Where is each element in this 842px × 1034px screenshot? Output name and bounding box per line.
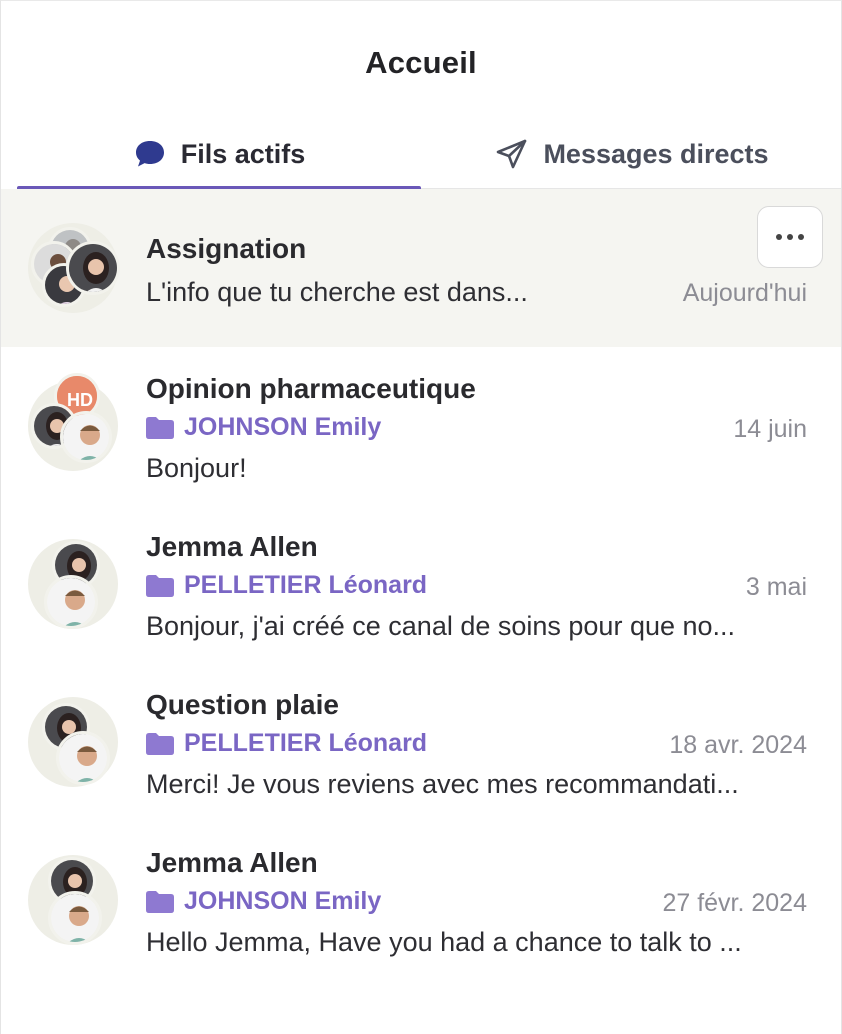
folder-label: PELLETIER Léonard <box>184 571 428 599</box>
tab-label: Messages directs <box>543 138 769 169</box>
thread-title: Jemma Allen <box>146 847 318 878</box>
thread-title: Opinion pharmaceutique <box>146 373 476 404</box>
thread-title: Jemma Allen <box>146 531 318 562</box>
folder-icon <box>146 890 174 913</box>
thread-date: Aujourd'hui <box>682 279 807 307</box>
thread-folder: JOHNSON Emily <box>146 887 381 916</box>
more-horizontal-icon <box>776 234 782 240</box>
more-horizontal-icon <box>798 234 804 240</box>
avatar <box>44 575 98 629</box>
avatar <box>66 241 120 295</box>
folder-icon <box>146 732 174 755</box>
thread-preview: Bonjour! <box>146 453 247 483</box>
tab-bar: Fils actifs Messages directs <box>17 119 842 191</box>
thread-item[interactable]: Jemma Allen JOHNSON Emily 27 févr. 2024 … <box>1 821 841 979</box>
avatar-group <box>28 539 118 629</box>
tab-label: Fils actifs <box>180 138 306 169</box>
folder-label: JOHNSON Emily <box>184 413 382 441</box>
tab-direct-messages[interactable]: Messages directs <box>421 119 842 189</box>
page-title: Accueil <box>365 45 477 80</box>
avatar <box>48 891 102 945</box>
app-panel: Accueil Fils actifs Messages directs Ass… <box>0 0 842 1034</box>
avatar-group <box>28 855 118 945</box>
thread-item[interactable]: Assignation L'info que tu cherche est da… <box>1 189 841 347</box>
thread-item[interactable]: Jemma Allen PELLETIER Léonard 3 mai Bonj… <box>1 505 841 663</box>
avatar <box>60 411 112 463</box>
thread-folder: PELLETIER Léonard <box>146 729 427 758</box>
thread-preview: Bonjour, j'ai créé ce canal de soins pou… <box>146 611 736 641</box>
avatar-initials: HD <box>67 390 93 410</box>
more-horizontal-icon <box>787 234 793 240</box>
avatar-group <box>28 697 118 787</box>
avatar-group <box>28 223 120 313</box>
paper-plane-icon <box>495 137 529 171</box>
more-options-button[interactable] <box>757 206 823 268</box>
folder-label: PELLETIER Léonard <box>184 729 428 757</box>
thread-item[interactable]: Question plaie PELLETIER Léonard 18 avr.… <box>1 663 841 821</box>
chat-bubble-icon <box>133 137 167 171</box>
thread-date: 3 mai <box>745 573 807 601</box>
tab-active-threads[interactable]: Fils actifs <box>17 119 421 191</box>
thread-date: 14 juin <box>733 415 807 443</box>
folder-icon <box>146 574 174 597</box>
folder-label: JOHNSON Emily <box>184 887 382 915</box>
thread-preview: Hello Jemma, Have you had a chance to ta… <box>146 927 742 957</box>
thread-folder: JOHNSON Emily <box>146 413 381 442</box>
thread-preview: Merci! Je vous reviens avec mes recomman… <box>146 769 739 799</box>
avatar <box>56 731 110 785</box>
folder-icon <box>146 416 174 439</box>
thread-item[interactable]: HD Opinion pharmaceutique JOHNSON Emily … <box>1 347 841 505</box>
thread-folder: PELLETIER Léonard <box>146 571 427 600</box>
thread-date: 18 avr. 2024 <box>669 731 807 759</box>
avatar-group: HD <box>28 373 118 471</box>
thread-title: Assignation <box>146 233 307 264</box>
thread-title: Question plaie <box>146 689 339 720</box>
thread-preview: L'info que tu cherche est dans... <box>146 277 528 307</box>
thread-date: 27 févr. 2024 <box>662 889 807 917</box>
